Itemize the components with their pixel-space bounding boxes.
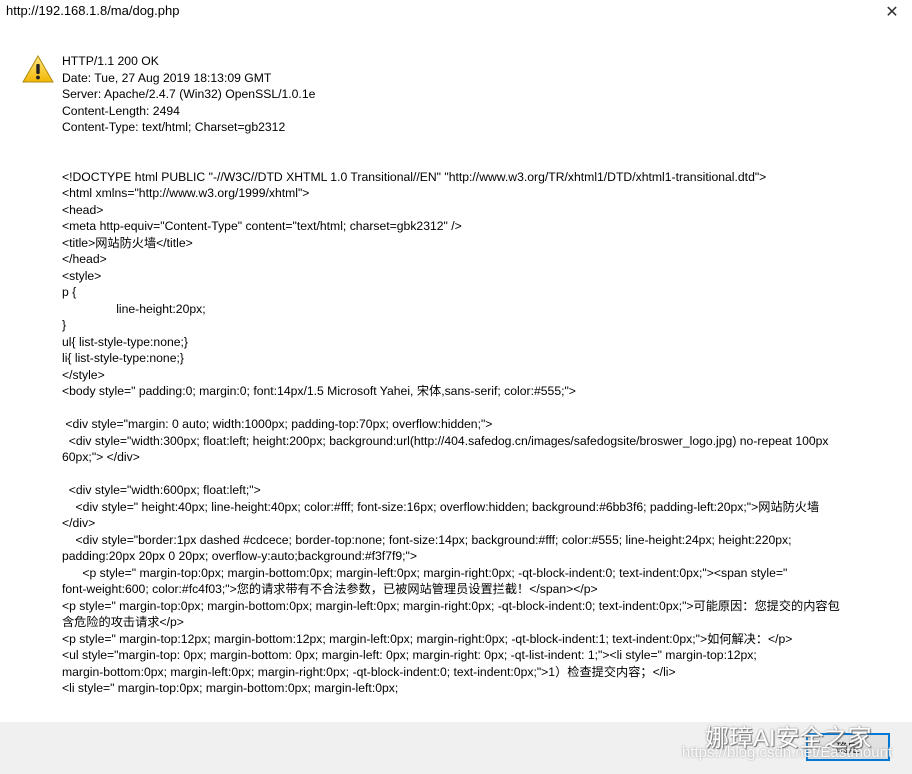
message-line: <li style=" margin-top:0px; margin-botto… [62,681,399,695]
message-line: margin-bottom:0px; margin-left:0px; marg… [62,664,676,679]
message-line: HTTP/1.1 200 OK [62,54,159,68]
dialog-title: http://192.168.1.8/ma/dog.php [6,3,180,18]
message-line [62,136,892,153]
message-line: <style> [62,268,102,283]
message-line: <div style="margin: 0 auto; width:1000px… [62,417,493,431]
message-line: Server: Apache/2.4.7 (Win32) OpenSSL/1.0… [62,87,316,101]
message-line: <p style=" margin-top:0px; margin-bottom… [62,565,788,580]
message-line: p { [62,285,77,299]
message-line: <div style="width:600px; float:left;"> [62,483,261,497]
message-line: padding:20px 20px 0 20px; overflow-y:aut… [62,549,417,563]
message-line: <p style=" margin-top:12px; margin-botto… [62,631,793,646]
message-text: HTTP/1.1 200 OK Date: Tue, 27 Aug 2019 18… [62,53,892,697]
message-line: ul{ list-style-type:none;} [62,334,189,349]
message-line: li{ list-style-type:none;} [62,351,184,365]
message-line: Content-Type: text/html; Charset=gb2312 [62,120,286,134]
message-line: 含危险的攻击请求</p> [62,615,184,629]
message-line: <div style="border:1px dashed #cdcece; b… [62,532,792,547]
message-line: <p style=" margin-top:0px; margin-bottom… [62,598,840,613]
message-line: <meta http-equiv="Content-Type" content=… [62,219,462,233]
message-line: <div style="width:300px; float:left; hei… [62,433,829,448]
message-line: <title>网站防火墙</title> [62,235,193,250]
message-line: <!DOCTYPE html PUBLIC "-//W3C//DTD XHTML… [62,169,767,184]
message-line: } [62,318,67,332]
message-line [62,466,892,483]
message-line: font-weight:600; color:#fc4f03;">您的请求带有不… [62,582,598,596]
close-icon[interactable]: ✕ [880,2,904,24]
message-line: <div style=" height:40px; line-height:40… [62,499,820,514]
message-line: Content-Length: 2494 [62,103,180,118]
message-line [62,400,892,417]
message-line: <head> [62,202,104,217]
message-line [62,152,892,169]
message-line: </div> [62,516,96,530]
watermark-url: https://blog.csdn.net/Eastmount [682,744,893,761]
message-line: line-height:20px; [62,301,206,316]
message-line: Date: Tue, 27 Aug 2019 18:13:09 GMT [62,70,272,85]
message-line: <ul style="margin-top: 0px; margin-botto… [62,648,757,662]
message-line: </head> [62,252,107,266]
warning-icon [22,54,54,88]
message-line: </style> [62,367,105,382]
message-line: <html xmlns="http://www.w3.org/1999/xhtm… [62,186,310,200]
message-line: 60px;"> </div> [62,450,140,464]
message-line: <body style=" padding:0; margin:0; font:… [62,384,576,398]
